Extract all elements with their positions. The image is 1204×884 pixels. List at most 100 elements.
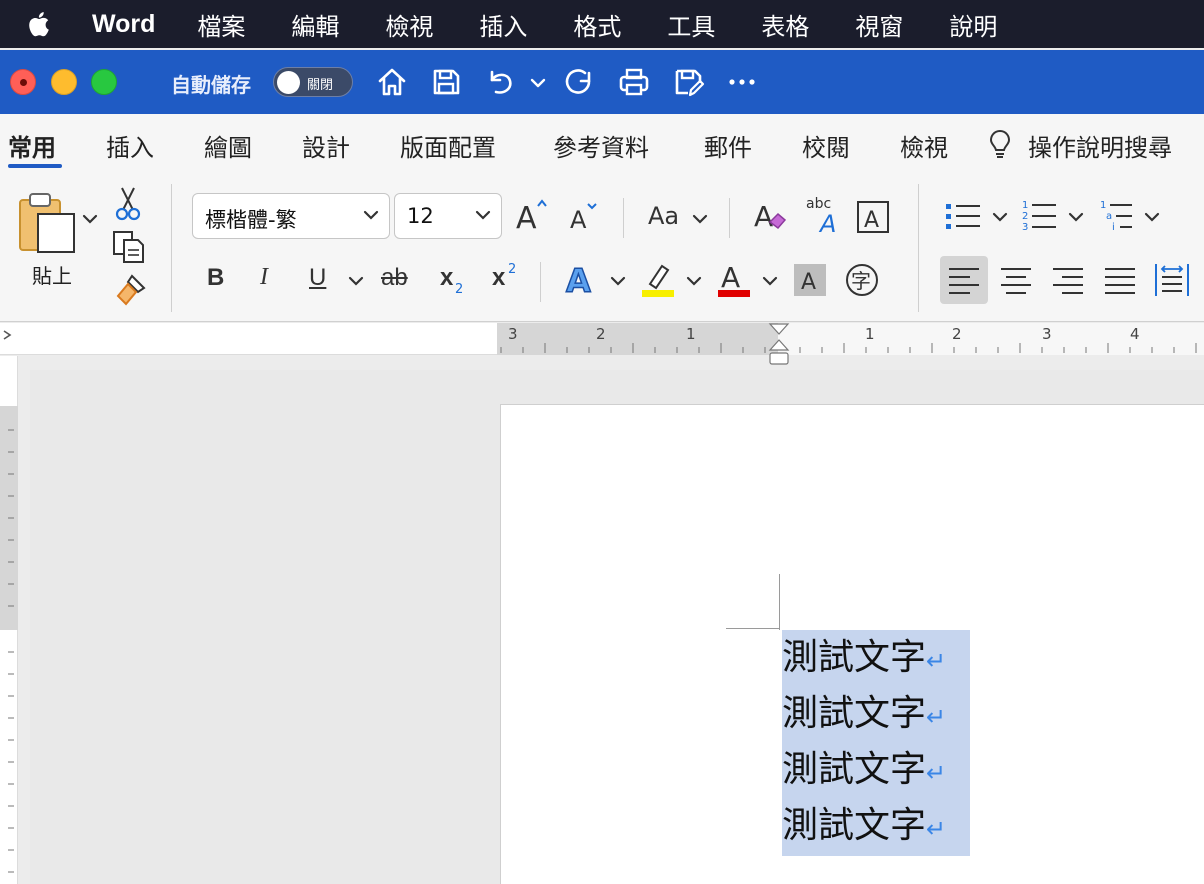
menu-window[interactable]: 視窗 (855, 7, 903, 42)
numbering-icon[interactable]: 123 (1020, 198, 1058, 234)
underline-button[interactable]: U (309, 264, 326, 292)
ruler-number: 2 (596, 325, 606, 343)
tab-layout[interactable]: 版面配置 (400, 128, 496, 163)
document-paragraph[interactable]: 測試文字↵ (782, 630, 946, 686)
minimize-window-button[interactable] (51, 69, 77, 95)
align-right-icon[interactable] (1052, 266, 1084, 294)
vertical-ruler[interactable] (0, 356, 18, 884)
bold-button[interactable]: B (207, 264, 224, 292)
redo-icon[interactable] (561, 64, 597, 100)
ruler-number: 3 (508, 325, 518, 343)
italic-button[interactable]: I (260, 264, 268, 291)
font-color-icon[interactable]: A (716, 260, 752, 298)
chevron-down-icon[interactable] (686, 274, 702, 288)
distributed-align-icon[interactable] (1154, 262, 1190, 298)
svg-text:1: 1 (1100, 200, 1106, 211)
title-bar: 自動儲存 關閉 (0, 50, 1204, 114)
chevron-down-icon[interactable] (610, 274, 626, 288)
tab-references[interactable]: 參考資料 (553, 128, 649, 163)
svg-text:1: 1 (1022, 200, 1028, 211)
ruler-number: 3 (1042, 325, 1052, 343)
menu-help[interactable]: 說明 (949, 7, 997, 42)
autosave-toggle[interactable]: 關閉 (273, 67, 353, 97)
paste-label: 貼上 (32, 264, 72, 288)
cut-icon[interactable] (114, 186, 142, 222)
home-icon[interactable] (374, 64, 410, 100)
menu-format[interactable]: 格式 (573, 7, 621, 42)
document-paragraph[interactable]: 測試文字↵ (782, 798, 946, 854)
superscript-button[interactable]: x (492, 264, 505, 292)
undo-dropdown-chevron-icon[interactable] (528, 64, 548, 100)
paste-chevron-icon[interactable] (82, 212, 98, 226)
tab-insert[interactable]: 插入 (106, 128, 154, 163)
text-effects-icon[interactable]: A (564, 260, 600, 298)
justify-icon[interactable] (1104, 266, 1136, 294)
copy-icon[interactable] (112, 230, 146, 264)
close-window-button[interactable] (10, 69, 36, 95)
zoom-window-button[interactable] (91, 69, 117, 95)
menu-edit[interactable]: 編輯 (291, 7, 339, 42)
font-size-dropdown[interactable]: 12 (394, 193, 502, 239)
grow-font-icon[interactable]: A (514, 196, 550, 232)
menu-table[interactable]: 表格 (761, 7, 809, 42)
paste-icon[interactable] (18, 192, 78, 254)
chevron-down-icon[interactable] (1068, 210, 1084, 224)
change-case-button[interactable]: Aa (648, 202, 679, 230)
apple-icon[interactable] (24, 10, 52, 38)
menu-file[interactable]: 檔案 (197, 7, 245, 42)
svg-text:A: A (566, 262, 591, 298)
menu-bar: Word 檔案 編輯 檢視 插入 格式 工具 表格 視窗 說明 (0, 0, 1204, 48)
character-shading-icon[interactable]: A (794, 264, 826, 296)
chevron-down-icon (363, 210, 379, 220)
chevron-down-icon[interactable] (692, 212, 708, 226)
text-effects-abc-icon[interactable]: abc A (804, 194, 844, 236)
format-painter-icon[interactable] (112, 274, 146, 306)
tab-view[interactable]: 檢視 (900, 128, 948, 163)
document-paragraph[interactable]: 測試文字↵ (782, 742, 946, 798)
tab-review[interactable]: 校閱 (802, 128, 850, 163)
menu-tools[interactable]: 工具 (667, 7, 715, 42)
save-icon[interactable] (428, 64, 464, 100)
tab-home[interactable]: 常用 (8, 128, 56, 163)
font-name-dropdown[interactable]: 標楷體-繁 (192, 193, 390, 239)
group-separator (171, 184, 172, 312)
horizontal-ruler[interactable]: 3 2 1 1 2 3 4 (0, 323, 1204, 365)
chevron-down-icon[interactable] (348, 274, 364, 288)
clear-formatting-icon[interactable]: A (752, 196, 790, 234)
svg-text:A: A (721, 261, 740, 294)
paragraph-mark-icon: ↵ (926, 647, 947, 675)
lightbulb-icon[interactable] (986, 128, 1014, 160)
print-icon[interactable] (616, 64, 652, 100)
save-as-icon[interactable] (670, 64, 706, 100)
document-paragraph[interactable]: 測試文字↵ (782, 686, 946, 742)
strikethrough-button[interactable]: ab (381, 264, 408, 292)
shrink-font-icon[interactable]: A (568, 200, 602, 232)
bullets-icon[interactable] (944, 200, 982, 232)
menu-insert[interactable]: 插入 (479, 7, 527, 42)
tab-mailings[interactable]: 郵件 (704, 128, 752, 163)
more-icon[interactable] (724, 64, 760, 100)
indent-marker-icon[interactable] (767, 323, 791, 367)
undo-icon[interactable] (482, 64, 518, 100)
subscript-button[interactable]: x (440, 264, 453, 292)
align-center-icon[interactable] (1000, 266, 1032, 294)
multilevel-list-icon[interactable]: 1ai (1098, 198, 1136, 234)
search-help-label[interactable]: 操作說明搜尋 (1028, 128, 1172, 163)
tab-draw[interactable]: 繪圖 (204, 128, 252, 163)
font-name-value: 標楷體-繁 (205, 208, 297, 232)
highlight-color-icon[interactable] (640, 260, 676, 298)
menu-view[interactable]: 檢視 (385, 7, 433, 42)
enclose-characters-icon[interactable]: 字 (844, 262, 880, 298)
character-border-icon[interactable]: A (856, 200, 890, 234)
margin-crop-mark (779, 574, 780, 630)
paragraph-mark-icon: ↵ (926, 703, 947, 731)
superscript-marker: 2 (508, 262, 517, 277)
chevron-down-icon[interactable] (992, 210, 1008, 224)
ruler-arrow-icon[interactable] (2, 329, 12, 341)
app-name[interactable]: Word (92, 10, 155, 39)
align-left-icon[interactable] (948, 266, 980, 294)
chevron-down-icon[interactable] (762, 274, 778, 288)
chevron-down-icon[interactable] (1144, 210, 1160, 224)
tab-design[interactable]: 設計 (302, 128, 350, 163)
svg-text:A: A (801, 270, 816, 295)
